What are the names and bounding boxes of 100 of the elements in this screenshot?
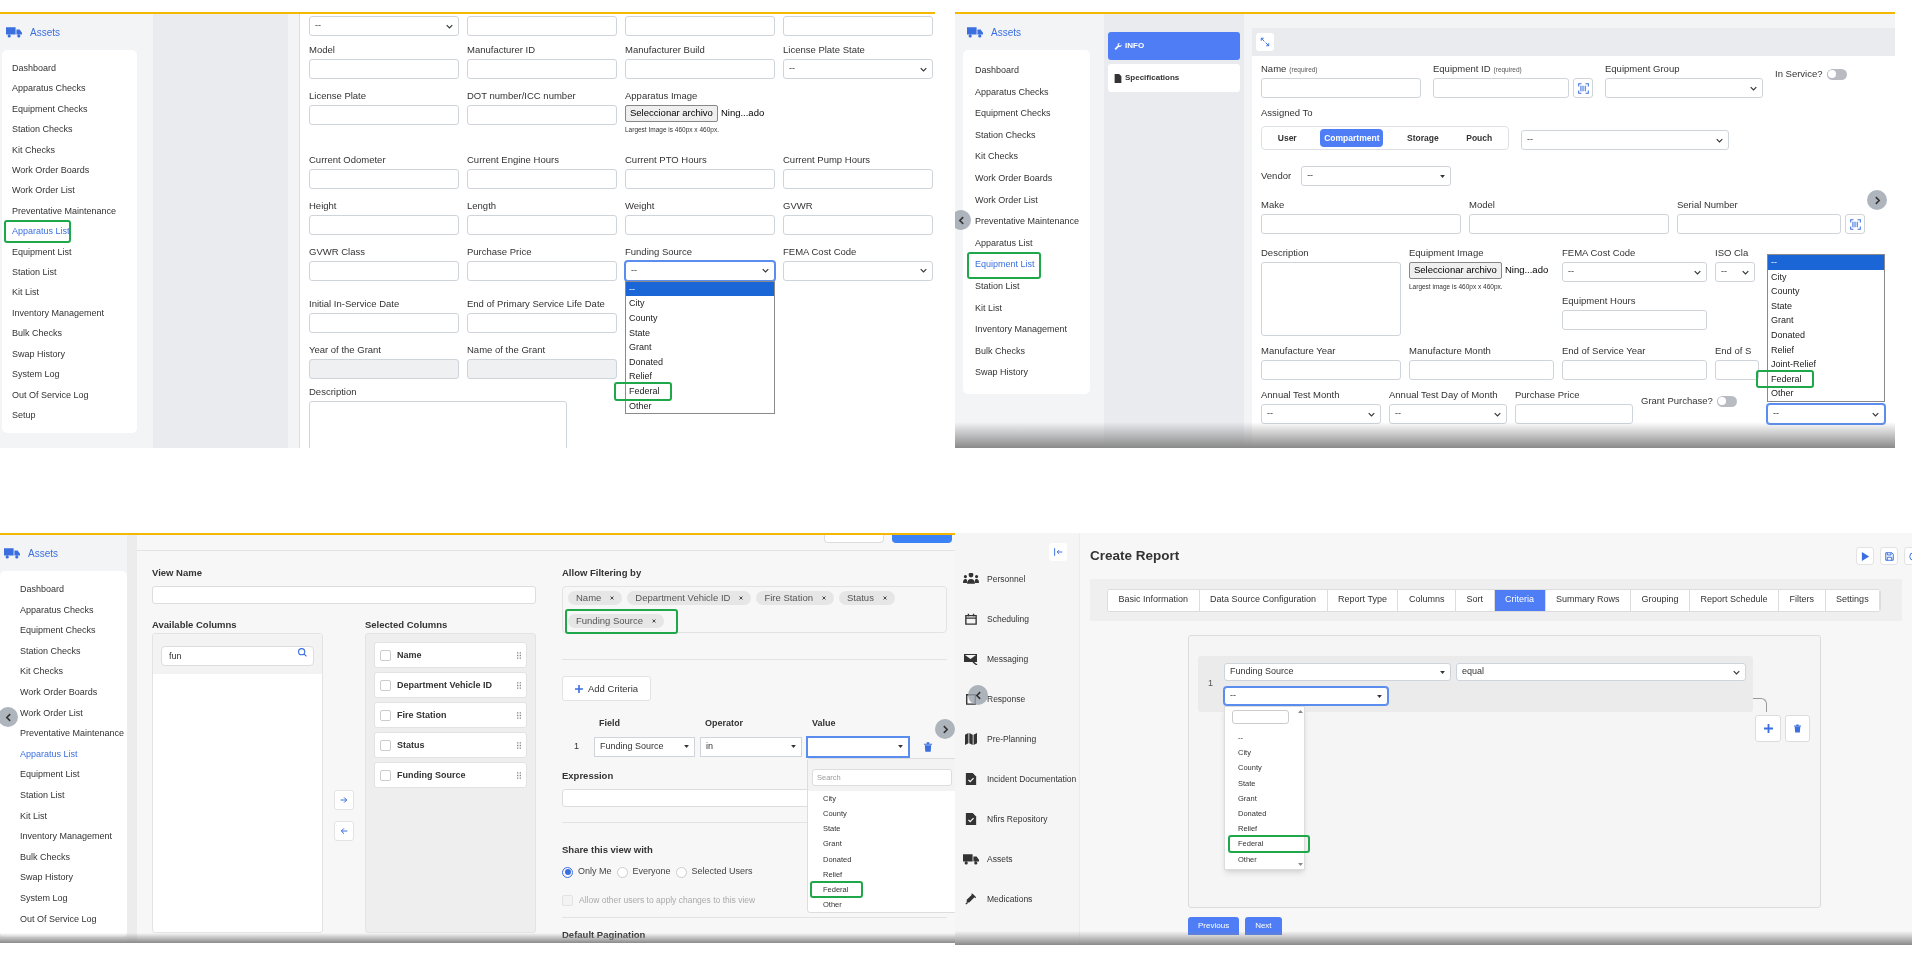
sidebar-item[interactable]: Inventory Management	[20, 826, 113, 847]
dropdown-option[interactable]: --	[1768, 255, 1884, 270]
toggle-switch[interactable]	[1826, 68, 1847, 80]
text-field[interactable]	[309, 168, 459, 189]
nav-button[interactable]: Previous	[1188, 917, 1240, 935]
sidebar-item[interactable]: Preventative Maintenance	[975, 211, 1080, 233]
nav-item[interactable]: Messaging	[963, 651, 1079, 667]
text-field[interactable]	[467, 105, 617, 125]
trash-icon[interactable]	[924, 741, 932, 752]
search-field[interactable]: fun	[161, 646, 314, 667]
section-title[interactable]: Assets	[28, 545, 58, 561]
sidebar-item[interactable]: Station Checks	[20, 640, 81, 662]
add-criteria-button[interactable]: Add Criteria	[562, 676, 652, 702]
sidebar-item[interactable]: Equipment List	[20, 764, 80, 785]
toggle-switch[interactable]	[1716, 395, 1737, 407]
tab[interactable]: Specifications	[1108, 64, 1240, 92]
run-button[interactable]	[1856, 547, 1874, 565]
text-field[interactable]	[467, 16, 617, 36]
sidebar-item[interactable]: Equipment Checks	[975, 103, 1051, 125]
sidebar-item[interactable]: Inventory Management	[975, 319, 1068, 341]
sidebar-item[interactable]: Kit Checks	[12, 139, 55, 161]
text-field[interactable]	[1409, 360, 1554, 380]
dropdown-option[interactable]: --	[626, 281, 774, 297]
sidebar-item[interactable]: Work Order List	[20, 702, 83, 724]
nav-item[interactable]: Pre-Planning	[963, 731, 1079, 747]
sidebar-item[interactable]: Equipment List	[12, 241, 72, 263]
segment-tab[interactable]: Compartment	[1320, 129, 1384, 147]
sidebar-item[interactable]: Apparatus Checks	[12, 78, 86, 99]
column-item[interactable]: Department Vehicle ID	[374, 672, 527, 699]
sidebar-item[interactable]: Station List	[975, 275, 1020, 298]
text-field[interactable]	[1469, 214, 1669, 234]
filter-chip[interactable]: Funding Source	[568, 614, 665, 629]
text-field[interactable]	[625, 16, 775, 36]
text-field[interactable]	[1715, 360, 1759, 380]
select-field[interactable]: --	[309, 16, 459, 36]
sidebar-item[interactable]: Out Of Service Log	[20, 908, 97, 930]
scroll-down-icon[interactable]	[1297, 862, 1303, 866]
text-area[interactable]	[309, 400, 567, 448]
dropdown-option[interactable]: City	[626, 296, 774, 311]
select-field[interactable]	[783, 260, 933, 281]
nav-item[interactable]: Personnel	[963, 571, 1079, 587]
tab[interactable]: Criteria	[1494, 589, 1546, 611]
text-field[interactable]	[1562, 360, 1707, 380]
sidebar-item[interactable]: Preventative Maintenance	[20, 723, 125, 744]
text-field[interactable]	[309, 260, 459, 281]
sidebar-item[interactable]: System Log	[20, 887, 68, 909]
move-left-button[interactable]	[334, 821, 354, 842]
dropdown-option[interactable]: County	[1768, 284, 1884, 299]
sidebar-item[interactable]: Station List	[20, 784, 65, 806]
sidebar-item[interactable]: Dashboard	[20, 579, 65, 600]
sidebar-item[interactable]: Kit Checks	[20, 661, 63, 682]
checkbox[interactable]	[380, 709, 391, 721]
filter-chip[interactable]: Department Vehicle ID	[627, 591, 752, 606]
text-field[interactable]	[467, 168, 617, 189]
dropdown-option[interactable]: Donated	[1768, 328, 1884, 343]
sidebar-item[interactable]: Work Order List	[12, 180, 75, 201]
sidebar-item[interactable]: Apparatus Checks	[20, 599, 94, 621]
dropdown-option[interactable]: Donated	[626, 354, 774, 370]
text-area[interactable]	[1261, 262, 1401, 336]
column-item[interactable]: Fire Station	[374, 702, 527, 729]
sidebar-item[interactable]: Equipment List	[975, 254, 1035, 276]
radio-option[interactable]: Everyone	[616, 865, 671, 879]
sidebar-item[interactable]: Setup	[12, 404, 36, 426]
sidebar-item[interactable]: Station Checks	[975, 124, 1036, 147]
sidebar-item[interactable]: Preventative Maintenance	[12, 200, 117, 222]
segment-tab[interactable]: Storage	[1403, 129, 1443, 147]
text-field[interactable]	[467, 214, 617, 235]
chip-input[interactable]: Name Department Vehicle ID Fire Station Status Funding Source	[562, 586, 947, 634]
sidebar-item[interactable]: Apparatus List	[975, 232, 1033, 255]
sidebar-item[interactable]: Work Order List	[975, 189, 1038, 212]
remove-icon[interactable]	[610, 596, 615, 601]
sidebar-item[interactable]: Apparatus List	[12, 221, 70, 242]
dropdown-option[interactable]: Federal	[1768, 371, 1884, 387]
select-field[interactable]	[807, 736, 909, 757]
nav-item[interactable]: Scheduling	[963, 611, 1079, 627]
tab[interactable]: Basic Information	[1108, 589, 1200, 611]
select-field[interactable]: --	[1389, 404, 1507, 424]
select-field[interactable]: --	[625, 260, 775, 281]
select-field[interactable]: in	[700, 736, 802, 757]
text-field[interactable]	[467, 260, 617, 281]
column-item[interactable]: Name	[374, 642, 527, 669]
sidebar-item[interactable]: Work Order Boards	[20, 681, 98, 703]
delete-button[interactable]	[1785, 715, 1810, 742]
sidebar-item[interactable]: Bulk Checks	[20, 846, 71, 868]
dropdown-option[interactable]: Federal	[626, 383, 774, 399]
move-right-button[interactable]	[334, 790, 354, 811]
text-field[interactable]	[625, 214, 775, 235]
dropdown-option[interactable]: Other	[1768, 386, 1884, 401]
dropdown-option[interactable]: State	[1768, 298, 1884, 314]
text-field[interactable]	[1515, 404, 1633, 424]
section-title[interactable]: Assets	[991, 24, 1021, 40]
sidebar-item[interactable]: Equipment Checks	[12, 98, 88, 120]
select-field[interactable]: --	[783, 59, 933, 79]
sidebar-item[interactable]: Dashboard	[975, 60, 1020, 82]
radio-option[interactable]: Only Me	[562, 865, 612, 879]
choose-file-button[interactable]: Seleccionar archivo	[1409, 262, 1502, 279]
sidebar-item[interactable]: Kit List	[20, 805, 47, 827]
text-field[interactable]	[1261, 214, 1461, 234]
nav-item[interactable]: Response	[963, 691, 1079, 707]
dropdown-option[interactable]: Relief	[1768, 342, 1884, 358]
